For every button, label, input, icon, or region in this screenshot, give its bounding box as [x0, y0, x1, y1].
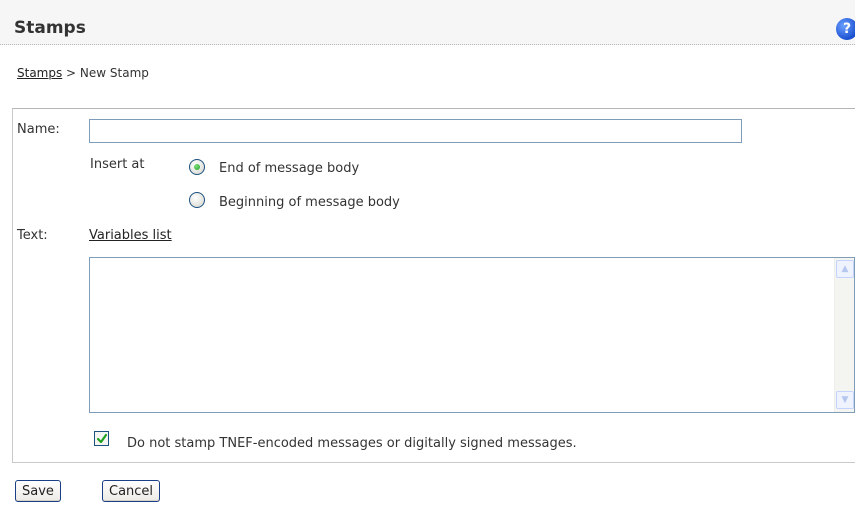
help-icon[interactable]: ?	[836, 18, 855, 40]
radio-beginning-of-message-body[interactable]	[189, 192, 205, 208]
tnef-checkbox-label: Do not stamp TNEF-encoded messages or di…	[127, 436, 577, 451]
name-label: Name:	[17, 122, 60, 137]
tnef-checkbox[interactable]	[94, 431, 109, 446]
page-header: Stamps ?	[0, 0, 855, 45]
scroll-up-icon[interactable]: ▲	[836, 260, 854, 278]
cancel-button[interactable]: Cancel	[102, 480, 161, 502]
save-button[interactable]: Save	[15, 480, 61, 502]
name-input[interactable]	[89, 119, 742, 143]
breadcrumb: Stamps > New Stamp	[17, 66, 149, 80]
insert-at-label: Insert at	[90, 157, 145, 172]
scroll-down-icon[interactable]: ▼	[836, 391, 854, 409]
breadcrumb-link-stamps[interactable]: Stamps	[17, 66, 62, 80]
breadcrumb-separator: >	[62, 66, 80, 80]
text-area-container: ▲ ▼	[89, 257, 855, 413]
text-area-scrollbar[interactable]: ▲ ▼	[834, 258, 854, 412]
text-label: Text:	[17, 228, 48, 243]
radio-label-beginning-of-message-body: Beginning of message body	[219, 195, 400, 210]
checkmark-icon	[96, 433, 108, 444]
variables-list-link[interactable]: Variables list	[89, 228, 172, 243]
page-title: Stamps	[14, 18, 86, 38]
radio-label-end-of-message-body: End of message body	[219, 161, 360, 176]
stamp-text-area[interactable]	[90, 258, 835, 412]
breadcrumb-current: New Stamp	[79, 66, 149, 80]
radio-end-of-message-body[interactable]	[189, 159, 205, 175]
